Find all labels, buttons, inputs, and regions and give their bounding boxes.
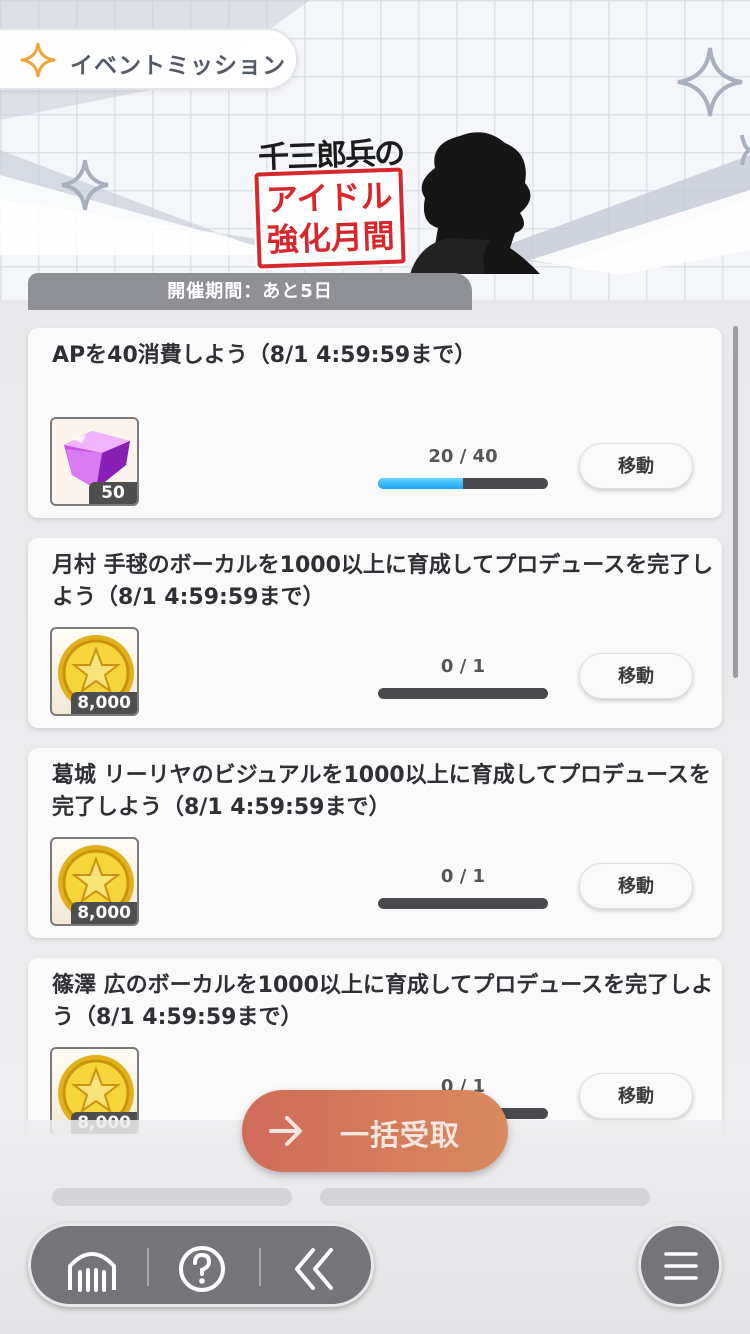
move-button[interactable]: 移動 (579, 1073, 693, 1119)
reward-quantity: 8,000 (71, 902, 137, 924)
nav-separator (147, 1248, 149, 1286)
mission-title: 月村 手毬のボーカルを1000以上に育成してプロデュースを完了しよう（8/1 4… (52, 553, 714, 610)
event-logo-line1: アイドル (265, 176, 394, 220)
mission-title: 篠澤 広のボーカルを1000以上に育成してプロデュースを完了しよう（8/1 4:… (52, 973, 714, 1030)
screen-title: イベントミッション (70, 53, 286, 79)
event-logo: 千三郎兵の アイドル 強化月間 (250, 128, 540, 274)
progress-count: 0 / 1 (440, 656, 486, 677)
mission-card: APを40消費しよう（8/1 4:59:59まで） 50 20 / 40 移動 (28, 328, 722, 518)
reward-item[interactable]: 50 (50, 417, 139, 506)
move-button[interactable]: 移動 (579, 653, 693, 699)
help-icon[interactable] (177, 1244, 227, 1294)
progress-count: 20 / 40 (428, 446, 498, 467)
mission-card: 葛城 リーリヤのビジュアルを1000以上に育成してプロデュースを完了しよう（8/… (28, 748, 722, 938)
event-logo-line2: 強化月間 (266, 216, 396, 260)
progress-bar-fill (378, 478, 463, 489)
mission-card: 月村 手毬のボーカルを1000以上に育成してプロデュースを完了しよう（8/1 4… (28, 538, 722, 728)
character-silhouette (410, 132, 540, 274)
bulk-receive-button[interactable]: 一括受取 (242, 1090, 508, 1172)
back-double-chevron-icon[interactable] (291, 1244, 341, 1294)
reward-quantity: 50 (89, 482, 137, 504)
screen-title-chip: イベントミッション (0, 28, 298, 90)
mission-title: 葛城 リーリヤのビジュアルを1000以上に育成してプロデュースを完了しよう（8/… (52, 763, 711, 820)
move-button[interactable]: 移動 (579, 863, 693, 909)
progress-bar (378, 688, 548, 699)
home-icon[interactable] (65, 1244, 119, 1292)
list-scrollbar[interactable] (733, 326, 738, 678)
progress-count: 0 / 1 (440, 866, 486, 887)
blurred-text-line (52, 1188, 292, 1206)
bottom-nav (28, 1223, 374, 1307)
hamburger-menu-button[interactable] (638, 1223, 722, 1307)
event-period-label: 開催期間：あと5日 (28, 273, 472, 310)
progress-bar (378, 478, 548, 489)
move-button[interactable]: 移動 (579, 443, 693, 489)
sparkle-star-icon (20, 42, 56, 78)
arrow-right-icon (269, 1116, 302, 1146)
event-logo-stamp: アイドル 強化月間 (254, 167, 406, 269)
reward-item[interactable]: 8,000 (50, 627, 139, 716)
bulk-receive-label: 一括受取 (340, 1118, 461, 1152)
nav-separator (259, 1248, 261, 1286)
reward-item[interactable]: 8,000 (50, 837, 139, 926)
mission-list[interactable]: APを40消費しよう（8/1 4:59:59まで） 50 20 / 40 移動 … (0, 310, 750, 1134)
reward-quantity: 8,000 (71, 692, 137, 714)
hamburger-menu-icon (664, 1252, 698, 1280)
blurred-text-line (320, 1188, 650, 1206)
mission-title: APを40消費しよう（8/1 4:59:59まで） (52, 343, 477, 368)
progress-bar (378, 898, 548, 909)
